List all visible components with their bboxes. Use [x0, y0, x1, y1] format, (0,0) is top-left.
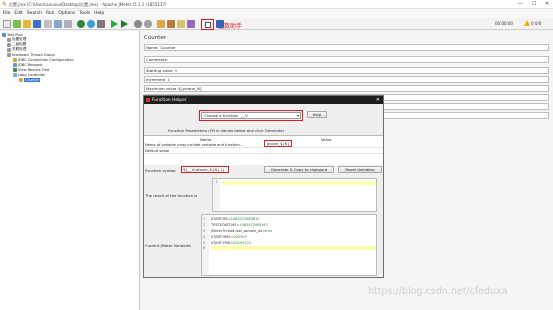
- name-field[interactable]: Name: Counter: [144, 44, 549, 51]
- warning-icon[interactable]: [524, 20, 530, 26]
- menu-run[interactable]: Run: [46, 11, 54, 16]
- stop-icon[interactable]: [134, 20, 142, 28]
- function-syntax-label: Function syntax:: [145, 168, 177, 173]
- thread-group-icon: [7, 47, 11, 52]
- clear-icon[interactable]: [157, 20, 165, 28]
- copy-icon[interactable]: [54, 20, 62, 28]
- cut-icon[interactable]: [44, 20, 52, 28]
- save-icon[interactable]: [33, 20, 41, 28]
- collapse-icon[interactable]: [87, 20, 95, 28]
- toggle-icon[interactable]: [97, 20, 105, 28]
- open-icon[interactable]: [23, 20, 31, 28]
- current-line-highlight: [211, 246, 376, 250]
- window-title: 后置.jmx (C:\Users\Lenovo\Desktop\后置.jmx) …: [9, 2, 167, 7]
- thread-group-icon: [7, 52, 11, 57]
- menu-search[interactable]: Search: [27, 11, 42, 16]
- maximize-button[interactable]: ☐: [532, 1, 536, 8]
- test-plan-icon: [2, 32, 6, 37]
- thread-group-icon: [7, 37, 11, 42]
- menu-edit[interactable]: Edit: [14, 11, 23, 16]
- menu-options[interactable]: Options: [58, 11, 75, 16]
- search-icon[interactable]: [177, 20, 185, 28]
- dialog-title-bar: Function Helper: [144, 96, 383, 104]
- menu-help[interactable]: Help: [94, 11, 104, 16]
- function-helper-icon: [205, 22, 211, 28]
- config-element-icon: [13, 57, 17, 62]
- reset-search-icon[interactable]: [187, 20, 195, 28]
- choose-function-highlight: [199, 110, 303, 121]
- result-textarea[interactable]: 1: [212, 178, 377, 212]
- help-icon[interactable]: [216, 20, 224, 28]
- variable-line: 2 TESTSTART.MS=1563472984907: [203, 223, 269, 227]
- thread-group-icon: [7, 42, 11, 47]
- panel-title: Counter: [144, 35, 166, 41]
- templates-icon[interactable]: [13, 20, 21, 28]
- menu-file[interactable]: File: [3, 11, 10, 16]
- starting-value-field[interactable]: Starting value 1: [144, 67, 549, 74]
- parameter-value-highlight: [264, 140, 292, 147]
- jmeter-icon: [146, 98, 150, 102]
- test-plan-tree[interactable]: Test Plan 后置处理 二级标题 关联处理 teardown Thread…: [0, 31, 140, 310]
- comments-field[interactable]: Comments:: [144, 56, 549, 63]
- expand-icon[interactable]: [77, 20, 85, 28]
- function-syntax-field[interactable]: ${__V(phone_${N},)}: [181, 166, 229, 173]
- variables-label: Current JMeter Variables: [145, 243, 192, 248]
- result-label: The result of the function is: [145, 193, 198, 198]
- close-window-button[interactable]: ✕: [545, 1, 549, 8]
- title-bar: ✎ 后置.jmx (C:\Users\Lenovo\Desktop\后置.jmx…: [0, 0, 553, 9]
- controller-icon: [13, 72, 17, 77]
- thread-counts: 0 0/0: [531, 21, 542, 26]
- variable-line: 5 START.YMD=20190721: [203, 241, 252, 245]
- listener-icon: [13, 67, 17, 72]
- variable-line: 4 START.HMS=002303: [203, 235, 247, 239]
- menu-tools[interactable]: Tools: [79, 11, 90, 16]
- toolbar: 函数助手: [0, 18, 553, 30]
- generate-button[interactable]: Generate & Copy to clipboard: [264, 166, 334, 173]
- variable-line: 6: [203, 246, 206, 250]
- start-no-pauses-icon[interactable]: [121, 20, 128, 28]
- dialog-title: Function Helper: [152, 97, 187, 103]
- line-number: 1: [213, 179, 220, 211]
- elapsed-timer: 00:00:00: [495, 21, 513, 26]
- table-row[interactable]: Default value: [144, 148, 383, 154]
- maximum-value-field[interactable]: Maximum value ${phone_N}: [144, 85, 549, 92]
- watermark: https://blog.csdn.net/cfeduxa: [368, 286, 508, 297]
- start-icon[interactable]: [111, 20, 118, 28]
- shutdown-icon[interactable]: [144, 20, 152, 28]
- tree-item-counter[interactable]: Counter: [19, 77, 41, 82]
- paste-icon[interactable]: [64, 20, 72, 28]
- dialog-close-button[interactable]: ✕: [376, 96, 380, 104]
- menu-bar: File Edit Search Run Options Tools Help: [0, 9, 553, 18]
- function-helper-button[interactable]: [201, 19, 214, 30]
- help-button[interactable]: Help: [307, 111, 327, 118]
- current-line-highlight: [222, 181, 376, 185]
- variable-line: 1 START.MS=1563472983610: [203, 217, 260, 221]
- clear-all-icon[interactable]: [167, 20, 175, 28]
- variables-textarea[interactable]: 1 START.MS=1563472983610 2 TESTSTART.MS=15…: [201, 214, 377, 276]
- new-icon[interactable]: [3, 20, 11, 28]
- jmeter-feather-icon: ✎: [2, 1, 8, 8]
- reset-variables-button[interactable]: Reset Variables: [338, 166, 382, 173]
- sampler-icon: [13, 62, 17, 67]
- parameters-title: Function Parameters (Fill in Values belo…: [168, 128, 285, 133]
- variable-line: 3 JMeterThread.last_sample_ok=true: [203, 229, 273, 233]
- minimize-button[interactable]: —: [518, 1, 523, 8]
- increment-field[interactable]: Increment 1: [144, 76, 549, 83]
- config-element-icon: [19, 77, 23, 82]
